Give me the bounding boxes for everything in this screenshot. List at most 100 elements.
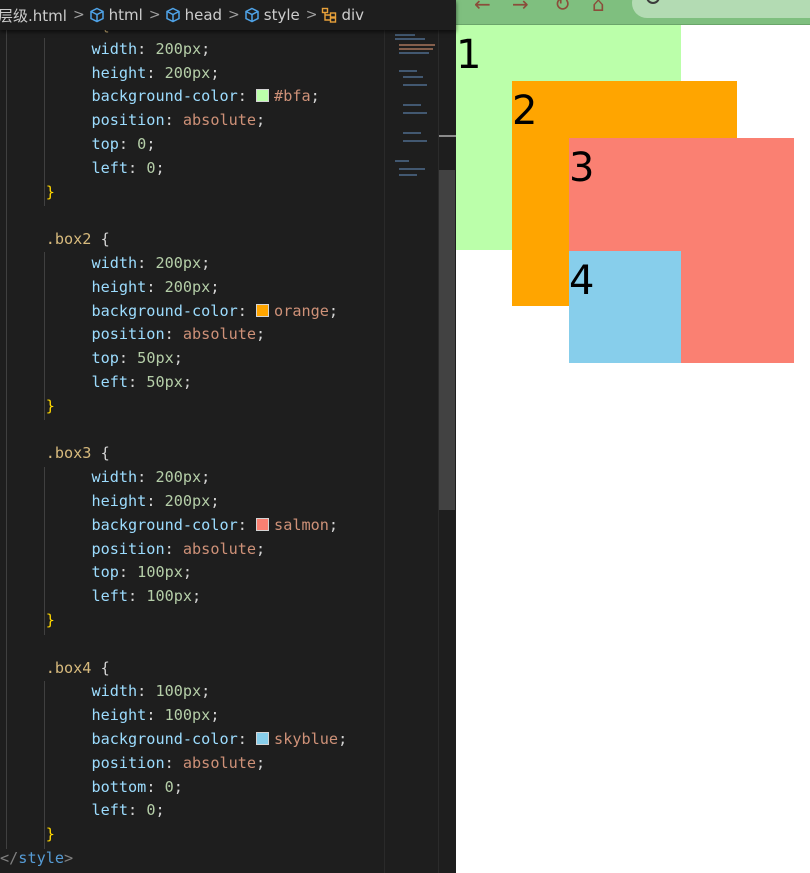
property-value: 200px xyxy=(155,468,202,487)
property-name: left xyxy=(91,372,129,391)
code-line: position: absolute; xyxy=(91,111,266,130)
scrollbar-cursor-marker xyxy=(439,135,456,137)
selector-box2: .box2 xyxy=(45,230,92,249)
code-line: height: 200px; xyxy=(91,63,220,82)
code-line: .box2 { xyxy=(45,230,110,249)
color-swatch[interactable] xyxy=(256,303,270,317)
address-bar[interactable]: 127.0.0.1:5500/d xyxy=(632,0,810,18)
property-value: salmon xyxy=(274,515,329,534)
code-line: width: 100px; xyxy=(91,682,211,701)
property-value: 50px xyxy=(137,349,174,368)
color-swatch[interactable] xyxy=(256,517,270,531)
property-value: 100px xyxy=(137,563,183,582)
color-swatch[interactable] xyxy=(256,89,270,103)
property-name: background-color xyxy=(91,301,238,320)
reload-icon[interactable]: ↻ xyxy=(554,0,571,16)
box-4: 4 xyxy=(569,251,681,363)
property-name: position xyxy=(91,111,165,130)
breadcrumb-div-label: div xyxy=(341,6,365,24)
property-name: bottom xyxy=(91,777,147,796)
code-line: } xyxy=(45,182,55,201)
property-name: left xyxy=(91,587,129,606)
property-name: height xyxy=(91,491,147,510)
breadcrumb-style-label: style xyxy=(263,6,300,24)
property-value: 0 xyxy=(137,134,147,153)
breadcrumb-head-label: head xyxy=(184,6,223,24)
code-line: position: absolute; xyxy=(91,753,266,772)
breadcrumb-file-label: 层级.html xyxy=(0,6,67,25)
property-value: skyblue xyxy=(274,729,339,748)
property-name: background-color xyxy=(91,87,238,106)
code-line: } xyxy=(45,610,55,629)
address-text: 127.0.0.1:5500/d xyxy=(672,0,810,3)
property-value: absolute xyxy=(182,325,257,344)
code-line: background-color: salmon; xyxy=(91,515,339,534)
property-name: background-color xyxy=(91,515,238,534)
page-viewport: 1 2 3 4 xyxy=(456,25,810,873)
property-value: 200px xyxy=(164,277,211,296)
code-line: width: 200px; xyxy=(91,39,211,58)
code-line: left: 50px; xyxy=(91,372,193,391)
breadcrumb-style[interactable]: style xyxy=(244,6,300,24)
box-4-label: 4 xyxy=(569,258,595,304)
property-value: 200px xyxy=(164,491,211,510)
breadcrumb-html-label: html xyxy=(108,6,143,24)
property-name: height xyxy=(91,63,147,82)
breadcrumb-html[interactable]: html xyxy=(89,6,143,24)
symbol-structure-icon xyxy=(322,7,337,23)
property-value: #bfa xyxy=(274,87,311,106)
code-line: top: 50px; xyxy=(91,349,183,368)
breadcrumb: 层级.html > html > head > style > div xyxy=(0,0,456,30)
cube-icon xyxy=(89,7,104,23)
property-name: height xyxy=(91,277,147,296)
cube-icon xyxy=(245,7,259,23)
property-name: position xyxy=(91,753,165,772)
property-value: 0 xyxy=(164,777,174,796)
property-value: 50px xyxy=(146,372,183,391)
property-name: left xyxy=(91,158,129,177)
cube-icon xyxy=(165,7,180,23)
chevron-right-icon: > xyxy=(72,7,85,23)
breadcrumb-head[interactable]: head xyxy=(165,6,222,24)
property-value: 200px xyxy=(155,253,202,272)
code-line: </style> xyxy=(0,848,74,867)
code-line: position: absolute; xyxy=(91,539,266,558)
code-line: } xyxy=(45,825,55,844)
closing-tag: style xyxy=(18,848,65,867)
property-name: top xyxy=(91,349,119,368)
property-name: width xyxy=(91,682,138,701)
box-3: 3 4 xyxy=(569,138,794,363)
code-line: background-color: #bfa; xyxy=(91,87,320,106)
info-icon[interactable] xyxy=(646,0,660,4)
chevron-right-icon: > xyxy=(228,7,240,23)
selector-box4: .box4 xyxy=(45,658,92,677)
code-line: position: absolute; xyxy=(91,325,266,344)
back-arrow-icon[interactable]: ← xyxy=(474,0,491,16)
property-value: orange xyxy=(274,301,329,320)
code-line: width: 200px; xyxy=(91,468,211,487)
property-name: top xyxy=(91,134,119,153)
code-line: top: 100px; xyxy=(91,563,193,582)
code-area[interactable]: .box1 { width: 200px; height: 200px; bac… xyxy=(0,14,384,871)
code-line: left: 0; xyxy=(91,801,165,820)
color-swatch[interactable] xyxy=(256,731,270,745)
property-name: position xyxy=(91,539,165,558)
scrollbar-thumb[interactable] xyxy=(439,170,455,510)
box-2-label: 2 xyxy=(512,88,538,134)
breadcrumb-div[interactable]: div xyxy=(321,6,364,24)
property-name: top xyxy=(91,563,119,582)
box-3-label: 3 xyxy=(569,145,595,191)
selector-box3: .box3 xyxy=(45,444,92,463)
minimap[interactable] xyxy=(384,30,439,873)
forward-arrow-icon[interactable]: → xyxy=(512,0,529,16)
breadcrumb-file[interactable]: 层级.html xyxy=(0,5,67,26)
code-line: height: 100px; xyxy=(91,706,220,725)
code-line: bottom: 0; xyxy=(91,777,183,796)
property-value: 100px xyxy=(155,682,202,701)
box-1-label: 1 xyxy=(456,32,482,78)
home-icon[interactable]: ⌂ xyxy=(592,0,605,16)
code-line: left: 100px; xyxy=(91,587,202,606)
code-line: .box4 { xyxy=(45,658,110,677)
